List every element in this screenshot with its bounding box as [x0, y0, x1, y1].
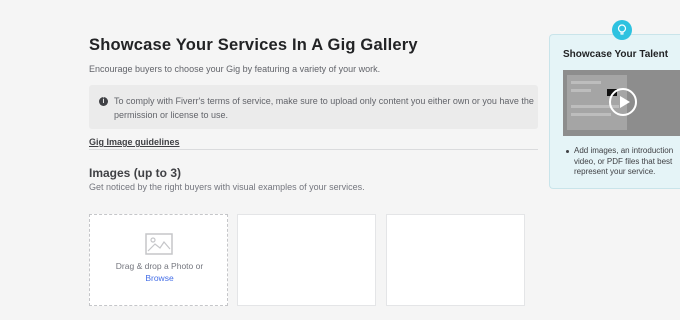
lightbulb-icon [612, 20, 632, 40]
gig-gallery-page: Showcase Your Services In A Gig Gallery … [0, 0, 680, 320]
image-upload-slot-1[interactable]: Drag & drop a Photo or Browse [89, 214, 228, 306]
image-upload-slot-2[interactable] [237, 214, 376, 306]
image-upload-slot-3[interactable] [386, 214, 525, 306]
tip-card: Showcase Your Talent Add images, an intr… [549, 34, 680, 189]
images-section-title: Images (up to 3) [89, 166, 182, 180]
terms-notice: i To comply with Fiverr's terms of servi… [89, 85, 538, 129]
browse-link[interactable]: Browse [145, 273, 173, 283]
tip-bullet: Add images, an introduction video, or PD… [565, 146, 677, 178]
tip-video-thumbnail[interactable] [563, 70, 680, 136]
info-icon: i [99, 97, 108, 106]
page-subtitle: Encourage buyers to choose your Gig by f… [89, 64, 381, 74]
divider [89, 149, 538, 150]
gig-image-guidelines-link[interactable]: Gig Image guidelines [89, 137, 180, 147]
page-title: Showcase Your Services In A Gig Gallery [89, 36, 418, 54]
play-icon[interactable] [609, 88, 637, 116]
drop-zone-text: Drag & drop a Photo or Browse [90, 260, 229, 284]
drag-drop-label: Drag & drop a Photo or [115, 261, 204, 271]
tip-list: Add images, an introduction video, or PD… [565, 146, 677, 178]
notice-text: To comply with Fiverr's terms of service… [114, 96, 534, 120]
image-icon [145, 233, 173, 255]
tip-title: Showcase Your Talent [563, 49, 669, 60]
images-section-subtitle: Get noticed by the right buyers with vis… [89, 182, 365, 192]
